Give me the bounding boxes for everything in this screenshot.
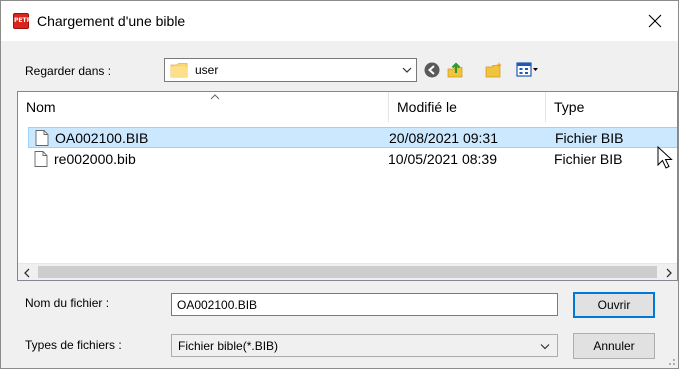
title-bar[interactable]: PETRA Chargement d'une bible — [1, 1, 678, 41]
file-name: re002000.bib — [54, 151, 136, 167]
column-header-modified[interactable]: Modifié le — [389, 92, 546, 122]
filetypes-label: Types de fichiers : — [25, 338, 122, 352]
chevron-down-icon — [540, 344, 550, 350]
file-type: Fichier BIB — [554, 151, 623, 167]
filename-label: Nom du fichier : — [25, 296, 110, 310]
column-header-name[interactable]: Nom — [18, 92, 389, 122]
scroll-left-button[interactable] — [18, 264, 35, 280]
file-icon — [35, 130, 49, 146]
lookin-label: Regarder dans : — [25, 64, 112, 78]
chevron-left-icon — [23, 268, 29, 277]
filetypes-value: Fichier bible(*.BIB) — [178, 339, 279, 353]
column-name-label: Nom — [26, 99, 56, 115]
lookin-combo[interactable]: user — [164, 58, 417, 82]
open-file-dialog: PETRA Chargement d'une bible Regarder da… — [0, 0, 679, 369]
file-row[interactable]: re002000.bib 10/05/2021 08:39 Fichier BI… — [28, 149, 677, 170]
column-header-type[interactable]: Type — [546, 92, 677, 122]
file-type: Fichier BIB — [555, 130, 624, 146]
scroll-right-button[interactable] — [660, 264, 677, 280]
chevron-down-icon[interactable] — [402, 66, 412, 74]
resize-grip-icon[interactable] — [666, 356, 676, 366]
close-icon — [648, 14, 662, 28]
file-list[interactable]: Nom Modifié le Type OA002100.BIB 20/08/2… — [17, 91, 678, 281]
file-modified: 20/08/2021 09:31 — [389, 130, 498, 146]
view-menu-icon[interactable] — [516, 61, 538, 79]
file-modified: 10/05/2021 08:39 — [388, 151, 497, 167]
file-name: OA002100.BIB — [55, 130, 149, 146]
petra-app-icon: PETRA — [13, 13, 36, 29]
back-icon[interactable] — [423, 61, 441, 79]
new-folder-icon[interactable] — [485, 61, 503, 79]
file-icon — [34, 151, 48, 167]
up-folder-icon[interactable] — [446, 61, 464, 79]
column-modified-label: Modifié le — [397, 99, 457, 115]
sort-ascending-icon — [210, 94, 220, 100]
folder-icon — [170, 63, 188, 78]
cancel-button[interactable]: Annuler — [573, 333, 655, 359]
lookin-value: user — [195, 63, 219, 77]
horizontal-scrollbar[interactable] — [18, 263, 677, 280]
dialog-title: Chargement d'une bible — [37, 13, 186, 29]
open-button[interactable]: Ouvrir — [573, 292, 655, 318]
filename-input[interactable] — [171, 293, 558, 316]
column-type-label: Type — [554, 99, 585, 115]
file-row[interactable]: OA002100.BIB 20/08/2021 09:31 Fichier BI… — [28, 127, 677, 148]
close-button[interactable] — [632, 1, 678, 41]
mouse-cursor-icon — [657, 146, 673, 169]
chevron-right-icon — [666, 268, 672, 277]
filetypes-select[interactable]: Fichier bible(*.BIB) — [171, 334, 558, 357]
scrollbar-thumb[interactable] — [38, 266, 657, 278]
